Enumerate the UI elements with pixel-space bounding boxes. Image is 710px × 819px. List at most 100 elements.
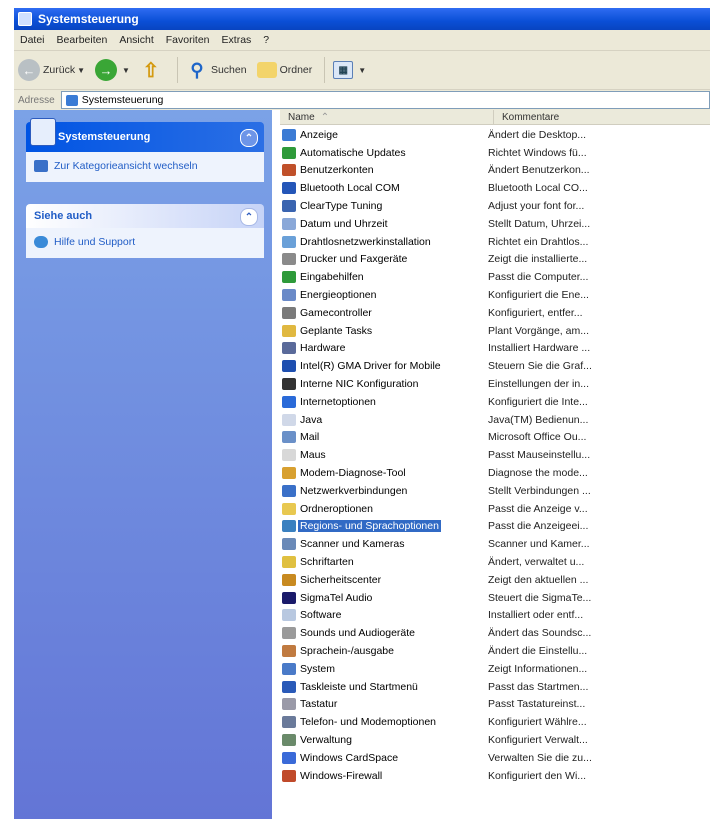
list-item[interactable]: Gamecontroller Konfiguriert, entfer...: [282, 304, 710, 322]
list-item[interactable]: Scanner und Kameras Scanner und Kamer...: [282, 535, 710, 553]
list-item[interactable]: Intel(R) GMA Driver for Mobile Steuern Si…: [282, 357, 710, 375]
see-also-body: Hilfe und Support: [26, 228, 264, 258]
list-item[interactable]: Taskleiste und Startmenü Passt das Startm…: [282, 678, 710, 696]
list-item[interactable]: Sounds und Audiogeräte Ändert das Soundsc…: [282, 624, 710, 642]
switch-category-link[interactable]: Zur Kategorieansicht wechseln: [34, 160, 256, 172]
item-name-cell: Mail: [282, 431, 488, 444]
list-item[interactable]: Java Java(TM) Bedienun...: [282, 411, 710, 429]
list-item[interactable]: Energieoptionen Konfiguriert die Ene...: [282, 286, 710, 304]
list-item[interactable]: System Zeigt Informationen...: [282, 660, 710, 678]
system-icon: [282, 662, 296, 675]
list-item[interactable]: Eingabehilfen Passt die Computer...: [282, 268, 710, 286]
shield-icon: [282, 573, 296, 586]
audio-icon: [282, 591, 296, 604]
list-item[interactable]: Drucker und Faxgeräte Zeigt die installie…: [282, 251, 710, 269]
collapse-icon[interactable]: ⌃: [240, 208, 258, 226]
list-item[interactable]: Mail Microsoft Office Ou...: [282, 429, 710, 447]
list-item[interactable]: Automatische Updates Richtet Windows fü..…: [282, 144, 710, 162]
list-item[interactable]: Windows-Firewall Konfiguriert den Wi...: [282, 767, 710, 785]
forward-button[interactable]: → ▼: [95, 59, 130, 81]
column-name[interactable]: Name ⌃: [280, 110, 494, 124]
item-name: Eingabehilfen: [300, 271, 364, 284]
item-name-cell: Maus: [282, 449, 488, 462]
item-name-cell: Tastatur: [282, 698, 488, 711]
item-comment: Konfiguriert die Ene...: [488, 289, 589, 302]
menu-extras[interactable]: Extras: [222, 34, 252, 46]
file-list-pane: Name ⌃ Kommentare Anzeige Ändert die Desk…: [272, 110, 710, 819]
list-item[interactable]: Verwaltung Konfiguriert Verwalt...: [282, 731, 710, 749]
list-item[interactable]: Telefon- und Modemoptionen Konfiguriert W…: [282, 713, 710, 731]
back-button[interactable]: ← Zurück ▼: [18, 59, 85, 81]
menu-ansicht[interactable]: Ansicht: [119, 34, 153, 46]
list-item[interactable]: Regions- und Sprachoptionen Passt die Anz…: [282, 518, 710, 536]
list-item[interactable]: SigmaTel Audio Steuert die SigmaTe...: [282, 589, 710, 607]
help-icon: [34, 236, 48, 248]
menu-help[interactable]: ?: [263, 34, 269, 46]
panel-header[interactable]: Systemsteuerung ⌃: [26, 118, 264, 152]
menu-favoriten[interactable]: Favoriten: [166, 34, 210, 46]
column-header: Name ⌃ Kommentare: [280, 110, 710, 125]
list-item[interactable]: Sprachein-/ausgabe Ändert die Einstellu..…: [282, 642, 710, 660]
list-item[interactable]: Bluetooth Local COM Bluetooth Local CO...: [282, 179, 710, 197]
list-item[interactable]: Windows CardSpace Verwalten Sie die zu...: [282, 749, 710, 767]
list-item[interactable]: Maus Passt Mauseinstellu...: [282, 446, 710, 464]
chevron-down-icon[interactable]: ▼: [358, 66, 366, 75]
address-value: Systemsteuerung: [81, 94, 164, 106]
chevron-down-icon[interactable]: ▼: [77, 66, 85, 75]
item-comment: Steuern Sie die Graf...: [488, 360, 592, 373]
item-name: Scanner und Kameras: [300, 538, 405, 551]
list-item[interactable]: Drahtlosnetzwerkinstallation Richtet ein …: [282, 233, 710, 251]
chevron-down-icon[interactable]: ▼: [122, 66, 130, 75]
item-comment: Plant Vorgänge, am...: [488, 324, 589, 337]
see-also-title: Siehe auch: [34, 210, 93, 222]
item-name-cell: Interne NIC Konfiguration: [282, 378, 488, 391]
help-support-label: Hilfe und Support: [54, 236, 136, 248]
item-comment: Ändert die Desktop...: [488, 128, 587, 141]
list-item[interactable]: Geplante Tasks Plant Vorgänge, am...: [282, 322, 710, 340]
toolbar-separator: [324, 57, 326, 83]
up-button[interactable]: ⇧: [140, 59, 165, 82]
list-item[interactable]: Software Installiert oder entf...: [282, 607, 710, 625]
item-name: Energieoptionen: [300, 289, 377, 302]
list-item[interactable]: Interne NIC Konfiguration Einstellungen d…: [282, 375, 710, 393]
views-button[interactable]: ▦ ▼: [333, 61, 366, 79]
list-item[interactable]: ClearType Tuning Adjust your font for...: [282, 197, 710, 215]
item-name: Sounds und Audiogeräte: [300, 627, 416, 640]
up-folder-icon: ⇧: [142, 59, 160, 82]
item-name-cell: Windows-Firewall: [282, 769, 488, 782]
item-name: Netzwerkverbindungen: [300, 484, 408, 497]
item-name: Bluetooth Local COM: [300, 182, 400, 195]
list-item[interactable]: Datum und Uhrzeit Stellt Datum, Uhrzei...: [282, 215, 710, 233]
title-bar[interactable]: Systemsteuerung: [14, 8, 710, 30]
list-item[interactable]: Benutzerkonten Ändert Benutzerkon...: [282, 162, 710, 180]
column-comment[interactable]: Kommentare: [494, 110, 710, 124]
menu-bearbeiten[interactable]: Bearbeiten: [57, 34, 108, 46]
search-button[interactable]: ⚲ Suchen: [186, 59, 246, 81]
list-item[interactable]: Internetoptionen Konfiguriert die Inte...: [282, 393, 710, 411]
forward-arrow-icon: →: [95, 59, 118, 81]
list-item[interactable]: Tastatur Passt Tastatureinst...: [282, 696, 710, 714]
item-name: Modem-Diagnose-Tool: [300, 467, 406, 480]
item-name-cell: Verwaltung: [282, 733, 488, 746]
list-item[interactable]: Sicherheitscenter Zeigt den aktuellen ...: [282, 571, 710, 589]
list-item[interactable]: Anzeige Ändert die Desktop...: [282, 126, 710, 144]
item-name: Tastatur: [300, 698, 338, 711]
item-comment: Passt die Anzeigeei...: [488, 520, 589, 533]
item-comment: Adjust your font for...: [488, 200, 585, 213]
see-also-header[interactable]: Siehe auch ⌃: [26, 204, 264, 228]
address-field[interactable]: Systemsteuerung: [60, 91, 710, 109]
list-item[interactable]: Netzwerkverbindungen Stellt Verbindungen …: [282, 482, 710, 500]
help-support-link[interactable]: Hilfe und Support: [34, 236, 256, 248]
printer-icon: [282, 253, 296, 266]
collapse-icon[interactable]: ⌃: [240, 129, 258, 147]
phone-icon: [282, 716, 296, 729]
keyboard-icon: [282, 698, 296, 711]
list-item[interactable]: Modem-Diagnose-Tool Diagnose the mode...: [282, 464, 710, 482]
list-item[interactable]: Schriftarten Ändert, verwaltet u...: [282, 553, 710, 571]
menu-datei[interactable]: Datei: [20, 34, 45, 46]
item-comment: Richtet Windows fü...: [488, 146, 587, 159]
list-item[interactable]: Hardware Installiert Hardware ...: [282, 340, 710, 358]
item-name: Software: [300, 609, 342, 622]
list-item[interactable]: Ordneroptionen Passt die Anzeige v...: [282, 500, 710, 518]
folders-button[interactable]: Ordner: [256, 62, 312, 78]
